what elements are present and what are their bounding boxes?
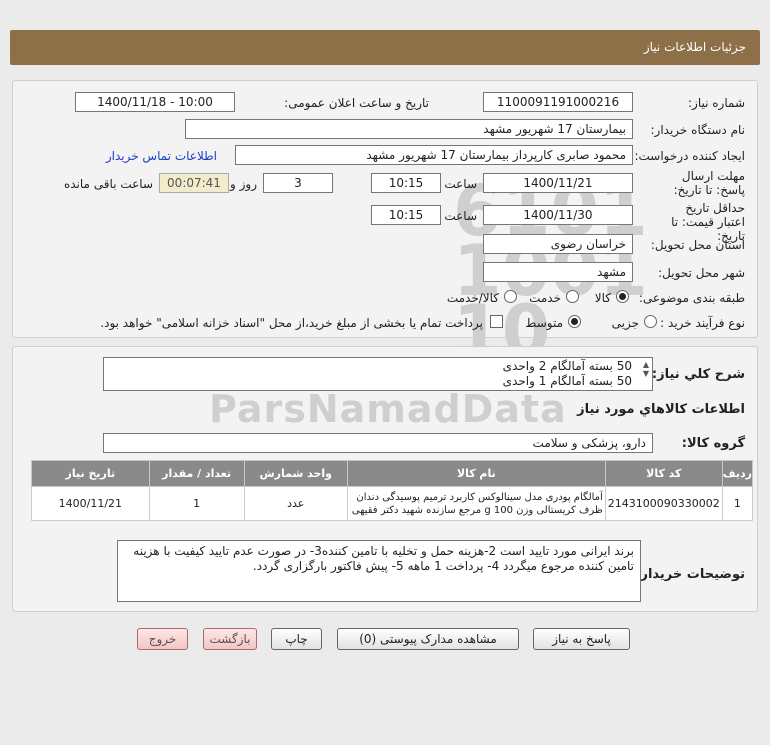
exit-button[interactable]: خروج	[137, 628, 188, 650]
need-info-panel: 6101100110 شماره نیاز: 1100091191000216 …	[12, 80, 758, 366]
page-header: جزئیات اطلاعات نیاز	[10, 30, 760, 65]
goods-group-label: گروه کالا:	[681, 436, 745, 451]
summary-line-1: 50 بسته آمالگام 2 واحدی	[502, 359, 632, 373]
col-row: ردیف	[721, 460, 754, 487]
summary-label: شرح کلي نياز:	[651, 367, 745, 382]
print-button[interactable]: چاپ	[271, 628, 322, 650]
validity-time-field: 10:15	[371, 205, 441, 225]
summary-field: 50 بسته آمالگام 2 واحدی 50 بسته آمالگام …	[103, 357, 653, 391]
buyer-notes-field: برند ایرانی مورد تایید است 2-هزینه حمل و…	[117, 540, 641, 602]
deadline-label: مهلت ارسال پاسخ: تا تاریخ:	[673, 169, 745, 197]
process-minor-radio[interactable]	[644, 315, 657, 328]
goods-panel: ParsNamadData شرح کلي نياز: 50 بسته آمال…	[12, 346, 758, 612]
remaining-label: ساعت باقی مانده	[63, 177, 153, 191]
summary-line-2: 50 بسته آمالگام 1 واحدی	[502, 374, 632, 388]
deadline-date-field: 1400/11/21	[483, 173, 633, 193]
scroll-arrows-icon[interactable]: ▲ ▼	[643, 360, 649, 378]
process-minor-label: جزیی	[611, 316, 639, 330]
category-goods-service-radio[interactable]	[504, 290, 517, 303]
category-goods-radio[interactable]	[616, 290, 629, 303]
validity-time-label: ساعت	[444, 209, 477, 223]
province-label: استان محل تحویل:	[650, 238, 745, 252]
goods-table-header: ردیف کد کالا نام کالا واحد شمارش تعداد /…	[31, 460, 754, 487]
treasury-payment-checkbox[interactable]	[490, 315, 503, 328]
city-field: مشهد	[483, 262, 633, 282]
remaining-time-field: 00:07:41	[159, 173, 229, 193]
contact-buyer-link[interactable]: اطلاعات تماس خریدار	[106, 149, 217, 163]
process-medium-label: متوسط	[525, 316, 563, 330]
days-label: روز و	[230, 177, 257, 191]
cell-code: 2143100090330002	[604, 486, 723, 521]
category-service-label: خدمت	[529, 291, 561, 305]
attachments-button[interactable]: مشاهده مدارک پیوستی (0)	[337, 628, 519, 650]
validity-label: حداقل تاریخ اعتبار قیمت: تا تاریخ:	[671, 201, 745, 243]
col-code: کد کالا	[604, 460, 723, 487]
watermark-brand: ParsNamadData	[209, 387, 567, 431]
col-name: نام کالا	[346, 460, 606, 487]
goods-table: ردیف کد کالا نام کالا واحد شمارش تعداد /…	[31, 460, 754, 521]
process-label: نوع فرآیند خرید :	[660, 316, 745, 330]
col-date: تاریخ نیاز	[31, 460, 150, 487]
cell-row: 1	[721, 486, 754, 521]
category-label: طبقه بندی موضوعی:	[638, 291, 745, 305]
need-number-field: 1100091191000216	[483, 92, 633, 112]
category-service-radio[interactable]	[566, 290, 579, 303]
city-label: شهر محل تحویل:	[658, 266, 745, 280]
category-goods-service-label: کالا/خدمت	[446, 291, 499, 305]
back-button[interactable]: بازگشت	[203, 628, 257, 650]
announce-field: 1400/11/18 - 10:00	[75, 92, 235, 112]
announce-label: تاریخ و ساعت اعلان عمومی:	[284, 96, 429, 110]
days-field: 3	[263, 173, 333, 193]
col-unit: واحد شمارش	[243, 460, 348, 487]
process-medium-radio[interactable]	[568, 315, 581, 328]
category-goods-label: کالا	[594, 291, 611, 305]
buyer-notes-label: توضیحات خریدار:	[635, 567, 745, 582]
deadline-time-label: ساعت	[444, 177, 477, 191]
cell-qty: 1	[148, 486, 245, 521]
buyer-org-label: نام دستگاه خریدار:	[650, 123, 746, 137]
treasury-payment-note: پرداخت تمام یا بخشی از مبلغ خرید،از محل …	[100, 316, 483, 330]
col-qty: تعداد / مقدار	[148, 460, 245, 487]
goods-group-field: دارو، پزشکی و سلامت	[103, 433, 653, 453]
creator-label: ایجاد کننده درخواست:	[634, 149, 745, 163]
creator-field: محمود صابری کارپرداز بیمارستان 17 شهریور…	[235, 145, 633, 165]
province-field: خراسان رضوی	[483, 234, 633, 254]
validity-date-field: 1400/11/30	[483, 205, 633, 225]
cell-unit: عدد	[243, 486, 348, 521]
cell-name: آمالگام پودری مدل سینالوکس کاربرد ترمیم …	[346, 486, 606, 521]
goods-section-title: اطلاعات کالاهاي مورد نياز	[577, 402, 745, 417]
page-title: جزئیات اطلاعات نیاز	[643, 40, 746, 54]
table-row: 1 2143100090330002 آمالگام پودری مدل سین…	[31, 486, 754, 521]
deadline-time-field: 10:15	[371, 173, 441, 193]
cell-date: 1400/11/21	[31, 486, 150, 521]
reply-button[interactable]: پاسخ به نیاز	[533, 628, 630, 650]
buyer-org-field: بیمارستان 17 شهریور مشهد	[185, 119, 633, 139]
need-number-label: شماره نیاز:	[688, 96, 745, 110]
